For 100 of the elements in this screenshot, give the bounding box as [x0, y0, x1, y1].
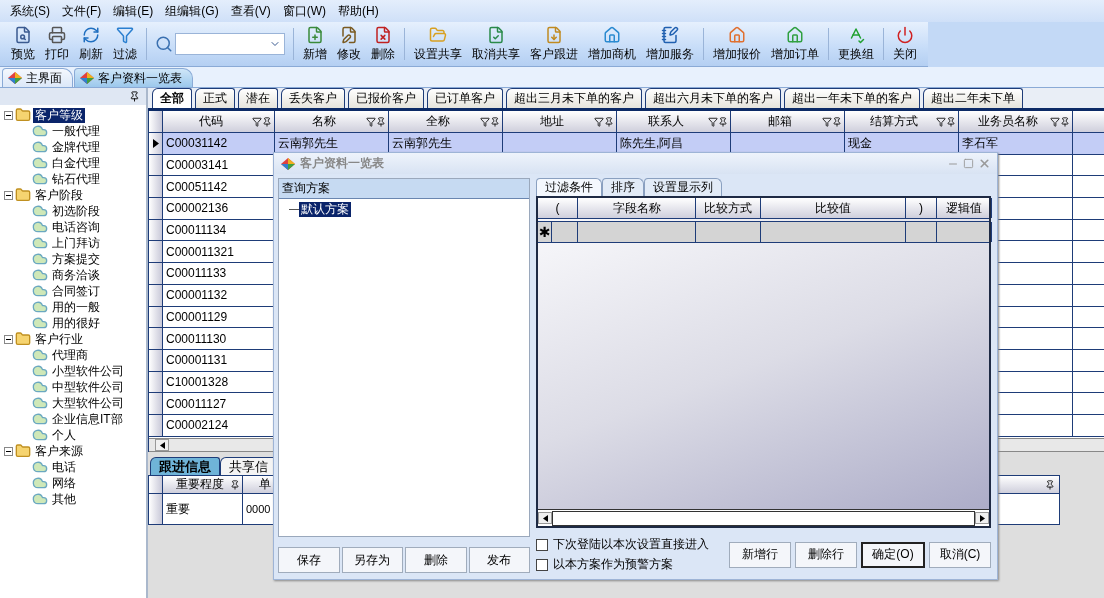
- option-checkbox[interactable]: 下次登陆以本次设置直接进入: [536, 536, 721, 553]
- menu-item[interactable]: 编辑(E): [107, 2, 160, 20]
- tree-item[interactable]: 企业信息IT部: [50, 411, 125, 427]
- column-header[interactable]: (: [538, 198, 578, 219]
- toolbar-button[interactable]: 打印: [40, 23, 74, 65]
- menu-item[interactable]: 帮助(H): [332, 2, 385, 20]
- menu-item[interactable]: 系统(S): [4, 2, 56, 20]
- tree-item[interactable]: 中型软件公司: [50, 379, 126, 395]
- tree-item[interactable]: 网络: [50, 475, 78, 491]
- grid-corner[interactable]: [149, 111, 163, 132]
- toolbar-button[interactable]: 增加服务: [641, 23, 699, 65]
- row-header[interactable]: [149, 371, 163, 393]
- column-header[interactable]: 比较值: [761, 198, 906, 219]
- pin-icon[interactable]: [832, 116, 842, 127]
- pin-icon[interactable]: [490, 116, 500, 127]
- toolbar-button[interactable]: 增加报价: [708, 23, 766, 65]
- checkbox[interactable]: [536, 558, 548, 571]
- tree-item[interactable]: 钻石代理: [50, 171, 102, 187]
- dialog-tab[interactable]: 排序: [602, 178, 644, 197]
- column-header[interactable]: 地址: [503, 111, 617, 132]
- dialog-button[interactable]: 取消(C): [929, 541, 991, 568]
- tree-item[interactable]: 一般代理: [50, 123, 102, 139]
- row-header[interactable]: [149, 176, 163, 198]
- tree-item[interactable]: 上门拜访: [50, 235, 102, 251]
- tree-item[interactable]: 合同签订: [50, 283, 102, 299]
- toolbar-button[interactable]: 设置共享: [409, 23, 467, 65]
- tree-item[interactable]: 电话咨询: [50, 219, 102, 235]
- dialog-button[interactable]: 确定(O): [861, 541, 925, 568]
- pin-icon[interactable]: [262, 116, 272, 127]
- row-header[interactable]: [149, 494, 163, 524]
- tree-item[interactable]: 金牌代理: [50, 139, 102, 155]
- tree-item[interactable]: 个人: [50, 427, 78, 443]
- tree-item[interactable]: 用的一般: [50, 299, 102, 315]
- filter-icon[interactable]: [252, 116, 262, 127]
- tree-item[interactable]: 商务洽谈: [50, 267, 102, 283]
- column-header[interactable]: 字段名称: [578, 198, 696, 219]
- menu-item[interactable]: 文件(F): [56, 2, 108, 20]
- scheme-button[interactable]: 另存为: [341, 547, 403, 573]
- row-header[interactable]: [149, 393, 163, 414]
- collapse-icon[interactable]: [4, 446, 13, 456]
- pin-icon[interactable]: [946, 116, 956, 127]
- tree-item[interactable]: 其他: [50, 491, 78, 507]
- dialog-button[interactable]: 删除行: [795, 541, 857, 568]
- menu-item[interactable]: 窗口(W): [276, 2, 332, 20]
- filter-icon[interactable]: [366, 116, 376, 127]
- checkbox[interactable]: [536, 538, 548, 551]
- row-header[interactable]: [149, 414, 163, 436]
- option-checkbox[interactable]: 以本方案作为预警方案: [536, 556, 721, 573]
- row-header[interactable]: [149, 133, 163, 154]
- tree-item[interactable]: 初选阶段: [50, 203, 102, 219]
- scroll-left-button[interactable]: [155, 439, 169, 451]
- toolbar-button[interactable]: 增加订单: [766, 23, 824, 65]
- row-header[interactable]: [149, 263, 163, 284]
- pin-icon[interactable]: [1045, 479, 1055, 490]
- toolbar-button[interactable]: 过滤: [108, 23, 142, 65]
- tree-item[interactable]: 客户来源: [33, 443, 85, 459]
- filter-tab[interactable]: 超出三月未下单的客户: [506, 88, 642, 108]
- row-header[interactable]: [149, 328, 163, 349]
- pin-icon[interactable]: [230, 479, 240, 490]
- column-header[interactable]: 邮箱: [731, 111, 845, 132]
- filter-icon[interactable]: [822, 116, 832, 127]
- pin-icon[interactable]: [1060, 116, 1070, 127]
- tree-item[interactable]: 默认方案: [299, 202, 351, 217]
- filter-tab[interactable]: 全部: [152, 88, 192, 108]
- scroll-left-button[interactable]: [538, 512, 552, 524]
- dialog-tab[interactable]: 设置显示列: [644, 178, 722, 197]
- detail-tab[interactable]: 跟进信息: [150, 457, 220, 475]
- column-header[interactable]: 逻辑值: [937, 198, 992, 219]
- pin-icon[interactable]: [376, 116, 386, 127]
- menu-item[interactable]: 查看(V): [224, 2, 277, 20]
- grid-corner[interactable]: [149, 476, 163, 493]
- filter-icon[interactable]: [936, 116, 946, 127]
- toolbar-button[interactable]: 新增: [298, 23, 332, 65]
- menu-item[interactable]: 组编辑(G): [159, 2, 225, 20]
- toolbar-button[interactable]: 取消共享: [467, 23, 525, 65]
- dialog-tab[interactable]: 过滤条件: [536, 178, 602, 197]
- row-header[interactable]: [149, 219, 163, 241]
- row-header[interactable]: [149, 306, 163, 328]
- toolbar-button[interactable]: 删除: [366, 23, 400, 65]
- collapse-icon[interactable]: [4, 190, 13, 200]
- row-header[interactable]: [149, 198, 163, 219]
- column-header[interactable]: 全称: [389, 111, 503, 132]
- column-header[interactable]: 比较方式: [696, 198, 761, 219]
- scheme-button[interactable]: 发布: [468, 547, 530, 573]
- filter-tab[interactable]: 超出二年未下单: [923, 88, 1023, 108]
- row-header[interactable]: [149, 154, 163, 176]
- toolbar-button[interactable]: 修改: [332, 23, 366, 65]
- toolbar-button[interactable]: 客户跟进: [525, 23, 583, 65]
- toolbar-button[interactable]: 更换组: [833, 23, 879, 65]
- filter-icon[interactable]: [480, 116, 490, 127]
- filter-tab[interactable]: 潜在: [238, 88, 278, 108]
- toolbar-button[interactable]: 增加商机: [583, 23, 641, 65]
- scroll-right-button[interactable]: [975, 512, 989, 524]
- filter-tab[interactable]: 已报价客户: [348, 88, 424, 108]
- filter-tab[interactable]: 已订单客户: [427, 88, 503, 108]
- scheme-button[interactable]: 保存: [278, 547, 340, 573]
- row-header[interactable]: [149, 284, 163, 306]
- toolbar-button[interactable]: 关闭: [888, 23, 922, 65]
- filter-icon[interactable]: [708, 116, 718, 127]
- document-tab[interactable]: 客户资料一览表: [74, 68, 193, 87]
